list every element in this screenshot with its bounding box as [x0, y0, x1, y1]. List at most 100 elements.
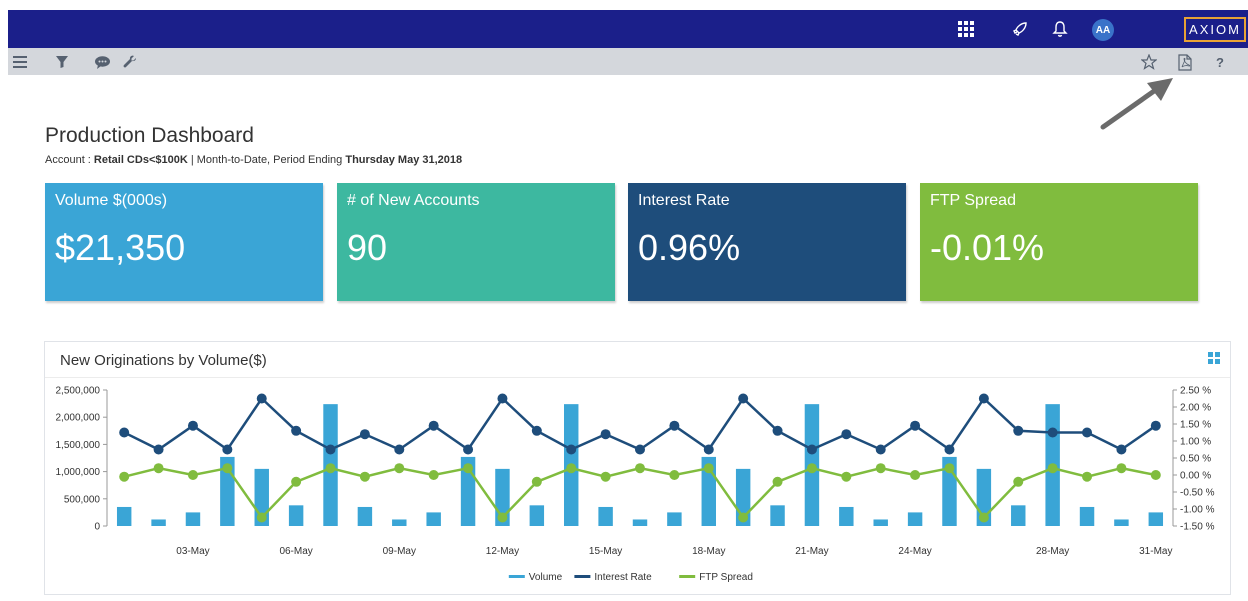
- account-label: Account :: [45, 154, 94, 166]
- ftp-spread-point: [944, 463, 955, 474]
- bell-icon[interactable]: [1048, 17, 1072, 41]
- interest-rate-point: [1116, 444, 1127, 455]
- x-tick-label: 31-May: [1139, 546, 1172, 557]
- x-tick-label: 21-May: [795, 546, 828, 557]
- pdf-icon[interactable]: [1175, 52, 1195, 72]
- kpi-value: -0.01%: [930, 227, 1045, 268]
- ftp-spread-point: [669, 470, 680, 480]
- volume-bar: [770, 505, 785, 526]
- interest-rate-point: [359, 429, 370, 440]
- volume-bar: [873, 519, 888, 526]
- volume-bar: [1079, 506, 1095, 526]
- rocket-icon[interactable]: [1008, 17, 1032, 41]
- kpi-value: 90: [347, 227, 388, 268]
- interest-rate-point: [153, 444, 164, 455]
- legend-swatch: [679, 575, 696, 578]
- kpi-label: Volume $(000s): [55, 192, 168, 209]
- volume-bar: [357, 506, 373, 526]
- volume-bar: [151, 519, 166, 526]
- interest-rate-point: [875, 444, 886, 455]
- kpi-label: # of New Accounts: [347, 192, 480, 209]
- volume-bar: [632, 519, 648, 526]
- volume-bar: [1011, 505, 1026, 526]
- period-text: | Month-to-Date, Period Ending: [187, 154, 346, 166]
- page-title: Production Dashboard: [45, 124, 254, 147]
- legend-item-label: Volume: [529, 572, 563, 583]
- help-icon[interactable]: ?: [1210, 52, 1230, 72]
- legend-item-label: FTP Spread: [699, 572, 753, 583]
- y-left-tick-label: 500,000: [64, 494, 101, 505]
- kpi-label: FTP Spread: [930, 192, 1016, 209]
- volume-bar: [598, 506, 613, 526]
- y-right-tick-label: -0.50 %: [1180, 488, 1215, 499]
- y-left-tick-label: 2,500,000: [56, 386, 101, 397]
- ftp-spread-point: [1047, 463, 1058, 474]
- y-right-tick-label: 1.50 %: [1180, 420, 1211, 431]
- user-avatar[interactable]: AA: [1092, 19, 1114, 41]
- ftp-spread-point: [635, 463, 645, 474]
- ftp-spread-point: [566, 463, 577, 474]
- ftp-spread-point: [841, 471, 852, 482]
- interest-rate-point: [463, 444, 474, 455]
- x-tick-label: 18-May: [692, 546, 725, 557]
- interest-rate-point: [772, 425, 783, 436]
- y-right-tick-label: 1.00 %: [1180, 437, 1211, 448]
- menu-icon[interactable]: [10, 52, 30, 72]
- ftp-spread-point: [187, 470, 198, 480]
- kpi-label: Interest Rate: [638, 192, 730, 209]
- ftp-spread-point: [119, 471, 130, 482]
- ftp-spread-point: [1082, 471, 1093, 482]
- brand-logo: AXIOM: [1184, 17, 1246, 42]
- interest-rate-point: [738, 393, 749, 404]
- y-right-tick-label: 2.00 %: [1180, 403, 1211, 414]
- volume-bar: [116, 506, 132, 526]
- apps-grid-icon[interactable]: [954, 17, 978, 41]
- filter-icon[interactable]: [52, 52, 72, 72]
- ftp-spread-point: [497, 512, 508, 523]
- ftp-spread-point: [910, 470, 921, 480]
- x-tick-label: 24-May: [898, 546, 931, 557]
- toolbar: ?: [8, 48, 1248, 75]
- interest-rate-line: [123, 396, 1157, 452]
- ftp-spread-point: [256, 512, 267, 523]
- ftp-spread-point: [359, 471, 370, 482]
- interest-rate-point: [531, 425, 542, 436]
- x-tick-label: 28-May: [1036, 546, 1069, 557]
- interest-rate-point: [669, 420, 680, 431]
- volume-bar: [185, 512, 201, 526]
- interest-rate-point: [1082, 427, 1093, 438]
- ftp-spread-point: [153, 463, 164, 474]
- kpi-tile-ftp-spread[interactable]: FTP Spread -0.01%: [920, 183, 1198, 301]
- star-icon[interactable]: [1139, 52, 1159, 72]
- kpi-tile-volume[interactable]: Volume $(000s) $21,350: [45, 183, 323, 301]
- ftp-spread-point: [1116, 463, 1127, 474]
- ftp-spread-point: [325, 463, 336, 474]
- y-right-tick-label: 0.50 %: [1180, 454, 1211, 465]
- period-end: Thursday May 31,2018: [345, 154, 463, 166]
- volume-bar: [907, 512, 923, 526]
- legend-swatch: [574, 575, 591, 578]
- y-left-tick-label: 1,500,000: [56, 440, 101, 451]
- ftp-spread-point: [291, 476, 302, 487]
- y-right-tick-label: 0.00 %: [1180, 471, 1211, 482]
- interest-rate-point: [291, 425, 302, 436]
- chart-card: New Originations by Volume($) 0 500,000 1,…: [44, 341, 1231, 595]
- x-tick-label: 15-May: [589, 546, 622, 557]
- interest-rate-point: [428, 420, 439, 431]
- kpi-tile-new-accounts[interactable]: # of New Accounts 90: [337, 183, 615, 301]
- volume-bar: [1114, 519, 1129, 526]
- interest-rate-point: [635, 444, 645, 455]
- ftp-spread-point: [600, 471, 611, 482]
- pointer-arrow-annotation: [1100, 78, 1173, 130]
- comment-icon[interactable]: [92, 52, 112, 72]
- y-right-tick-label: 2.50 %: [1180, 386, 1211, 397]
- ftp-spread-point: [463, 463, 474, 474]
- ftp-spread-line: [123, 466, 1157, 520]
- page-subtitle: Account : Retail CDs<$100K | Month-to-Da…: [45, 154, 462, 166]
- volume-bar: [288, 505, 304, 526]
- kpi-tile-interest-rate[interactable]: Interest Rate 0.96%: [628, 183, 906, 301]
- wrench-icon[interactable]: [120, 52, 140, 72]
- interest-rate-point: [910, 420, 921, 431]
- interest-rate-point: [1013, 425, 1024, 436]
- y-right-tick-label: -1.50 %: [1180, 522, 1215, 533]
